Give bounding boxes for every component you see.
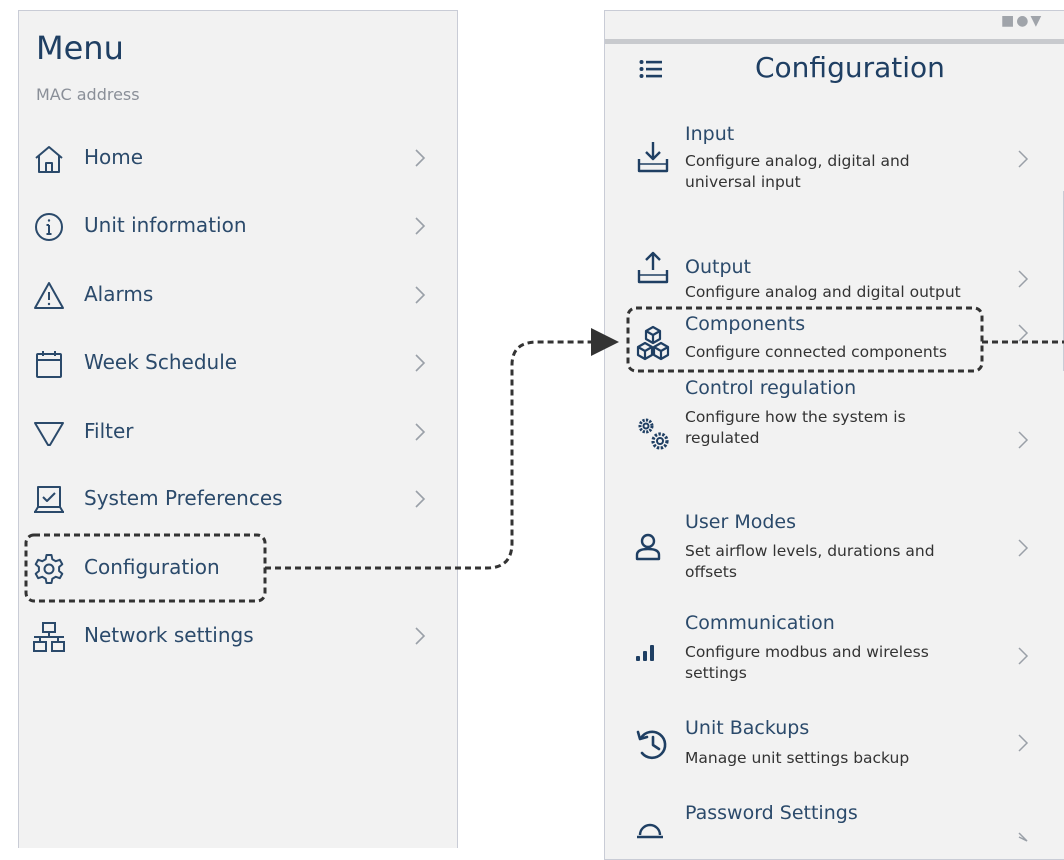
connector-overlay: [24, 306, 1064, 603]
components-highlight-box: [626, 306, 984, 373]
configuration-highlight-box: [24, 533, 267, 603]
flow-connector-line: [265, 340, 592, 570]
flow-arrowhead: [591, 328, 619, 356]
